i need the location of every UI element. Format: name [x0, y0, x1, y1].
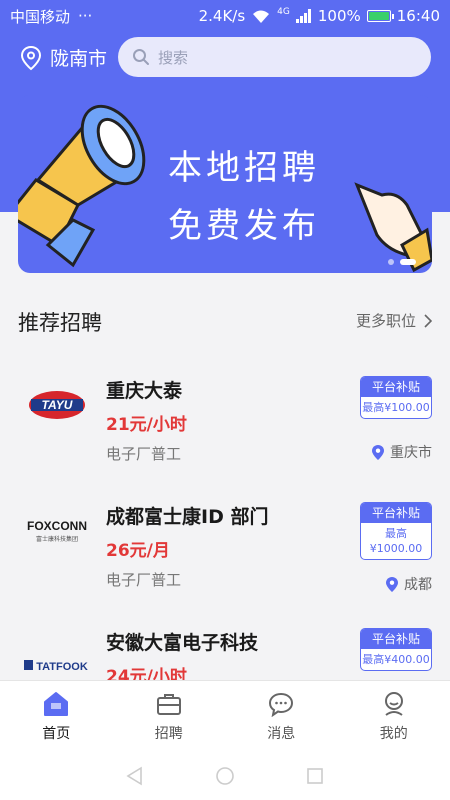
- job-card[interactable]: TATFOOK 安徽大富电子科技 24元/小时 平台补贴 最高¥400.00: [0, 602, 450, 680]
- subsidy-amount: 最高¥100.00: [362, 401, 430, 414]
- logo-text: TAYU: [42, 398, 73, 412]
- job-category: 电子厂普工: [106, 571, 182, 589]
- back-icon[interactable]: [125, 766, 145, 786]
- bottom-tab-bar: 首页 招聘 消息 我的: [0, 680, 450, 752]
- job-card[interactable]: TAYU 重庆大泰 21元/小时 电子厂普工 平台补贴 最高¥100.00 重庆…: [0, 350, 450, 476]
- tab-label: 我的: [379, 725, 408, 742]
- job-location-label: 成都: [404, 577, 432, 593]
- job-salary: 24元/小时: [106, 667, 187, 680]
- battery-icon: [366, 10, 394, 22]
- tab-label: 首页: [42, 725, 71, 742]
- company-logo: TATFOOK: [22, 630, 92, 680]
- subsidy-badge: 平台补贴 最高¥100.00: [360, 376, 432, 419]
- city-label: 陇南市: [50, 48, 108, 70]
- system-nav-bar: [0, 752, 450, 800]
- location-selector[interactable]: 陇南市: [20, 44, 107, 71]
- tab-profile[interactable]: 我的: [338, 681, 450, 752]
- subsidy-title: 平台补贴: [361, 503, 431, 523]
- logo-text: FOXCONN: [27, 519, 87, 533]
- job-list[interactable]: TAYU 重庆大泰 21元/小时 电子厂普工 平台补贴 最高¥100.00 重庆…: [0, 350, 450, 680]
- carrier-label: 中国移动: [10, 7, 71, 26]
- chevron-right-icon: [424, 313, 432, 328]
- location-pin-icon: [386, 576, 398, 592]
- job-card[interactable]: FOXCONN 富士康科技集团 成都富士康ID 部门 26元/月 电子厂普工 平…: [0, 476, 450, 602]
- pagination-dot[interactable]: [388, 259, 394, 265]
- profile-icon: [384, 691, 403, 716]
- more-jobs-link[interactable]: 更多职位: [356, 310, 432, 331]
- banner-headline: 本地招聘: [168, 148, 320, 188]
- subsidy-title: 平台补贴: [361, 629, 431, 649]
- section-title: 推荐招聘: [18, 311, 102, 335]
- company-logo: TAYU: [22, 370, 92, 440]
- search-input[interactable]: 搜索: [118, 37, 431, 77]
- network-speed: 2.4K/s: [198, 7, 246, 25]
- banner-pagination: [388, 259, 416, 265]
- job-location: 成都: [386, 574, 432, 594]
- tab-label: 消息: [267, 725, 296, 742]
- subsidy-amount-value: ¥1000.00: [369, 542, 423, 555]
- subsidy-amount: 最高 ¥1000.00: [361, 523, 431, 559]
- job-title: 成都富士康ID 部门: [106, 506, 269, 528]
- network-type: 4G: [277, 7, 290, 17]
- subsidy-title: 平台补贴: [361, 377, 431, 397]
- search-placeholder: 搜索: [158, 48, 189, 67]
- pagination-dot-active[interactable]: [400, 259, 416, 265]
- subsidy-badge: 平台补贴 最高 ¥1000.00: [360, 502, 432, 560]
- recent-apps-icon[interactable]: [305, 766, 325, 786]
- home-circle-icon[interactable]: [215, 766, 235, 786]
- job-salary: 26元/月: [106, 541, 170, 561]
- battery-percent: 100%: [317, 7, 361, 25]
- briefcase-icon: [156, 693, 181, 715]
- wifi-icon: [253, 10, 270, 23]
- search-icon: [133, 49, 149, 65]
- tab-home[interactable]: 首页: [0, 681, 113, 752]
- subsidy-amount: 最高¥400.00: [362, 653, 430, 666]
- more-jobs-label: 更多职位: [355, 312, 416, 330]
- tab-messages[interactable]: 消息: [225, 681, 338, 752]
- job-location: 重庆市: [372, 442, 432, 462]
- job-title: 重庆大泰: [106, 380, 183, 402]
- more-indicator: ···: [78, 7, 93, 25]
- location-pin-icon: [372, 444, 384, 460]
- pointing-hand-icon: [354, 182, 432, 273]
- clock: 16:40: [396, 7, 440, 25]
- logo-text: TATFOOK: [36, 661, 88, 673]
- status-bar: 中国移动 ··· 2.4K/s 4G 100% 16:40: [0, 0, 450, 32]
- tab-label: 招聘: [154, 725, 183, 742]
- home-icon: [44, 691, 69, 716]
- subsidy-amount-prefix: 最高: [385, 527, 407, 540]
- job-category: 电子厂普工: [106, 445, 182, 463]
- tab-jobs[interactable]: 招聘: [113, 681, 226, 752]
- company-logo: FOXCONN 富士康科技集团: [22, 496, 92, 566]
- job-location-label: 重庆市: [390, 445, 432, 461]
- promo-banner[interactable]: 本地招聘 免费发布: [18, 95, 432, 273]
- logo-subtext: 富士康科技集团: [36, 535, 78, 543]
- megaphone-icon: [18, 104, 146, 268]
- message-icon: [269, 692, 294, 717]
- location-pin-icon: [20, 45, 42, 70]
- banner-subheadline: 免费发布: [168, 206, 320, 246]
- signal-icon: [295, 9, 311, 23]
- job-salary: 21元/小时: [106, 415, 187, 435]
- job-title: 安徽大富电子科技: [106, 632, 259, 654]
- subsidy-badge: 平台补贴 最高¥400.00: [360, 628, 432, 671]
